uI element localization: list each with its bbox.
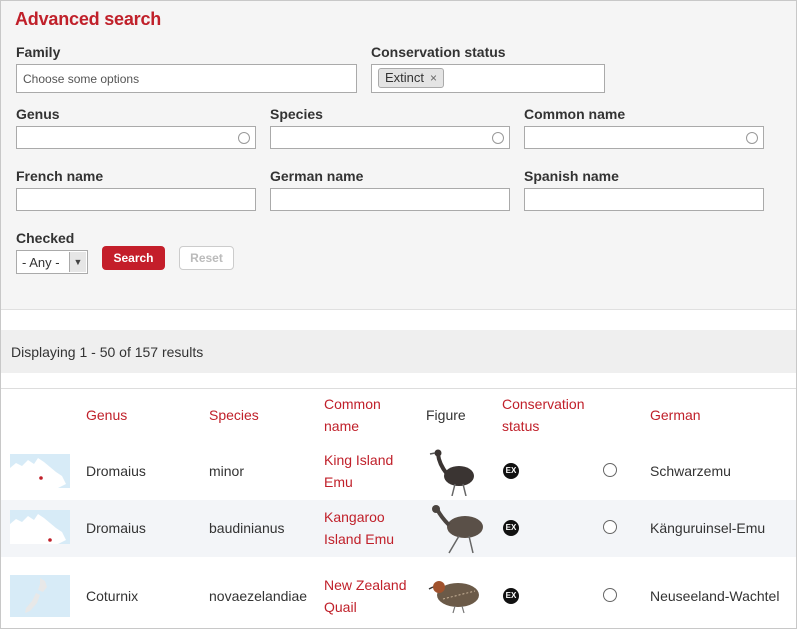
results-summary: Displaying 1 - 50 of 157 results [11,344,204,360]
german-name-cell: Neuseeland-Wachtel [650,588,780,604]
new-zealand-map-icon[interactable] [10,575,70,617]
header-line: status [502,418,540,434]
species-cell: novaezelandiae [209,588,308,604]
genus-cell: Coturnix [86,588,139,604]
conservation-chip-extinct: Extinct × [378,68,445,88]
australia-map-icon[interactable] [10,454,70,488]
german-name-cell: Schwarzemu [650,463,731,479]
table-row: Coturnix novaezelandiae New Zealand Quai… [1,557,796,628]
species-label: Species [270,106,323,122]
column-header-conservation-status[interactable]: Conservation status [502,393,585,437]
family-input[interactable]: Choose some options [16,64,357,93]
column-header-genus[interactable]: Genus [86,404,127,426]
genus-cell: Dromaius [86,463,146,479]
results-summary-bar: Displaying 1 - 50 of 157 results [1,330,796,373]
chip-label: Extinct [385,70,425,85]
family-placeholder: Choose some options [23,72,140,86]
species-cell: baudinianus [209,520,285,536]
spanish-name-input[interactable] [524,188,764,211]
checked-select-value: - Any - [22,255,60,270]
german-name-label: German name [270,168,364,184]
genus-input[interactable] [16,126,256,149]
checked-radio[interactable] [603,588,617,602]
column-header-figure: Figure [426,407,466,423]
conservation-status-input[interactable]: Extinct × [371,64,605,93]
page: Advanced search Family Choose some optio… [0,0,797,629]
french-name-label: French name [16,168,104,184]
table-row: Dromaius minor King Island Emu EX Schwar… [1,442,796,501]
autocomplete-icon [746,132,758,144]
chevron-down-icon: ▼ [69,252,86,272]
column-header-german[interactable]: German [650,404,701,426]
column-header-common-name[interactable]: Common name [324,393,381,437]
checked-select[interactable]: - Any - ▼ [16,250,88,274]
autocomplete-icon [492,132,504,144]
checked-radio[interactable] [603,520,617,534]
link-line: Kangaroo [324,509,385,525]
german-name-input[interactable] [270,188,510,211]
conservation-status-label: Conservation status [371,44,506,60]
common-name-input[interactable] [524,126,764,149]
link-line: King Island [324,452,394,468]
link-line: Emu [324,474,353,490]
link-line: Island Emu [324,531,395,547]
species-cell: minor [209,463,245,479]
extinct-status-icon: EX [503,520,519,536]
checked-label: Checked [16,230,75,246]
family-label: Family [16,44,61,60]
autocomplete-icon [238,132,250,144]
genus-label: Genus [16,106,60,122]
common-name-link[interactable]: New Zealand Quail [324,574,407,618]
emu-icon[interactable] [425,446,485,501]
column-header-species[interactable]: Species [209,404,259,426]
common-name-link[interactable]: King Island Emu [324,449,393,493]
genus-cell: Dromaius [86,520,146,536]
reset-button[interactable]: Reset [179,246,234,270]
search-button[interactable]: Search [102,246,165,270]
australia-map-icon[interactable] [10,510,70,544]
header-line: name [324,418,360,434]
chip-remove-icon[interactable]: × [430,71,437,85]
table-header: Genus Species Common name Figure Conserv… [1,388,796,444]
table-row: Dromaius baudinianus Kangaroo Island Emu… [1,500,796,558]
quail-icon[interactable] [425,573,487,622]
checked-radio[interactable] [603,463,617,477]
species-input[interactable] [270,126,510,149]
link-line: New Zealand [324,577,407,593]
french-name-input[interactable] [16,188,256,211]
header-line: Common [324,396,381,412]
german-name-cell: Känguruinsel-Emu [650,520,766,536]
advanced-search-form: Advanced search Family Choose some optio… [1,1,796,310]
extinct-status-icon: EX [503,588,519,604]
extinct-status-icon: EX [503,463,519,479]
common-name-link[interactable]: Kangaroo Island Emu [324,506,394,550]
spanish-name-label: Spanish name [524,168,619,184]
common-name-label: Common name [524,106,626,122]
header-line: Conservation [502,396,585,412]
emu-icon[interactable] [425,503,487,560]
link-line: Quail [324,599,357,615]
form-title: Advanced search [15,9,162,29]
